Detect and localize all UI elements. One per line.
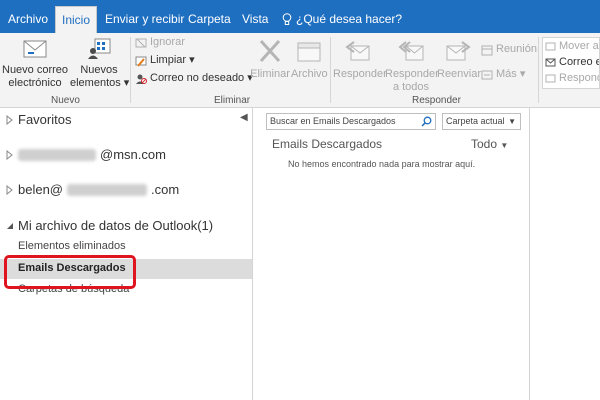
expand-arrow-icon bbox=[6, 114, 13, 125]
reply-icon bbox=[345, 41, 370, 61]
message-list: Buscar en Emails Descargados Carpeta act… bbox=[254, 108, 530, 400]
forward-label: Reenviar bbox=[437, 68, 482, 80]
more-label: Más ▾ bbox=[496, 68, 526, 80]
email-icon bbox=[545, 58, 556, 67]
envelope-icon bbox=[23, 40, 47, 58]
reply-step-icon bbox=[545, 74, 556, 83]
group-separator bbox=[130, 37, 131, 103]
move-icon bbox=[545, 42, 556, 51]
forward-icon bbox=[446, 41, 471, 61]
meeting-label: Reunión bbox=[496, 43, 537, 55]
group-label-responder: Responder bbox=[412, 95, 461, 106]
email-step-label: Correo e bbox=[559, 56, 600, 68]
meeting-button[interactable]: Reunión bbox=[481, 43, 537, 56]
reply-label: Responder bbox=[333, 68, 387, 80]
delete-x-icon bbox=[259, 39, 281, 63]
move-to-step[interactable]: Mover a bbox=[545, 40, 599, 53]
ribbon-tab-bar: Archivo Inicio Enviar y recibir Carpeta … bbox=[0, 0, 600, 33]
reply-all-button[interactable]: Responder a todos bbox=[385, 37, 439, 94]
new-items-label-2: elementos ▾ bbox=[70, 77, 130, 89]
search-input[interactable]: Buscar en Emails Descargados bbox=[266, 113, 436, 130]
ignore-icon bbox=[135, 38, 147, 47]
delete-label: Eliminar bbox=[250, 68, 290, 80]
annotation-highlight-box bbox=[4, 255, 136, 289]
new-items-label-1: Nuevos bbox=[80, 64, 118, 76]
group-label-eliminar: Eliminar bbox=[214, 95, 251, 106]
archive-label: Archivo bbox=[291, 68, 328, 80]
lightbulb-icon bbox=[282, 13, 292, 25]
expand-arrow-icon bbox=[6, 149, 13, 160]
group-separator bbox=[330, 37, 331, 103]
folder-deleted-items[interactable]: Elementos eliminados bbox=[18, 240, 126, 252]
reading-pane bbox=[531, 108, 600, 400]
search-placeholder: Buscar en Emails Descargados bbox=[270, 116, 396, 126]
chevron-down-icon: ▼ bbox=[500, 141, 509, 150]
account-belen[interactable]: belen@ .com bbox=[6, 182, 179, 197]
search-scope-dropdown[interactable]: Carpeta actual ▼ bbox=[442, 113, 521, 130]
more-button[interactable]: Más ▾ bbox=[481, 68, 525, 81]
clean-label: Limpiar ▾ bbox=[150, 54, 195, 66]
filter-dropdown[interactable]: Todo ▼ bbox=[471, 137, 508, 151]
search-icon[interactable] bbox=[421, 116, 432, 127]
account-belen-suffix: .com bbox=[151, 182, 180, 197]
datafile-label: Mi archivo de datos de Outlook(1) bbox=[18, 218, 214, 233]
group-separator bbox=[538, 37, 539, 103]
meeting-icon bbox=[481, 45, 493, 55]
new-items-icon bbox=[88, 38, 111, 59]
tell-me-box[interactable]: ¿Qué desea hacer? bbox=[282, 6, 402, 33]
account-msn[interactable]: @msn.com bbox=[6, 147, 166, 162]
ribbon: Nuevo correo electrónico Nuevos elemento… bbox=[0, 33, 600, 108]
more-icon bbox=[481, 70, 493, 79]
favorites-label: Favoritos bbox=[18, 112, 72, 127]
collapse-arrow-icon bbox=[7, 222, 13, 229]
quick-steps-gallery[interactable]: Mover a Correo e Respond bbox=[542, 37, 600, 89]
tab-enviar-y-recibir[interactable]: Enviar y recibir bbox=[105, 6, 184, 33]
archive-box-icon bbox=[297, 42, 321, 62]
favorites-header[interactable]: Favoritos bbox=[6, 112, 71, 127]
group-label-nuevo: Nuevo bbox=[51, 95, 80, 106]
folder-pane: ◀ Favoritos @msn.com belen@ .com Mi arch… bbox=[0, 108, 253, 400]
archive-button[interactable]: Archivo bbox=[291, 37, 328, 81]
collapse-pane-icon[interactable]: ◀ bbox=[240, 112, 248, 123]
reply-all-icon bbox=[398, 41, 424, 61]
reply-step-label: Respond bbox=[559, 72, 600, 84]
tab-vista[interactable]: Vista bbox=[242, 6, 268, 33]
move-to-label: Mover a bbox=[559, 40, 599, 52]
filter-value: Todo bbox=[471, 137, 498, 151]
new-items-button[interactable]: Nuevos elementos ▾ bbox=[70, 37, 130, 90]
forward-button[interactable]: Reenviar bbox=[437, 37, 482, 81]
chevron-down-icon: ▼ bbox=[508, 117, 516, 126]
datafile-root[interactable]: Mi archivo de datos de Outlook(1) bbox=[6, 218, 213, 233]
ignore-label: Ignorar bbox=[150, 36, 185, 48]
tab-carpeta[interactable]: Carpeta bbox=[188, 6, 231, 33]
junk-label: Correo no deseado ▾ bbox=[150, 72, 253, 84]
reply-button[interactable]: Responder bbox=[333, 37, 387, 81]
list-folder-title: Emails Descargados bbox=[272, 137, 383, 151]
reply-all-label-2: a todos bbox=[392, 81, 430, 93]
account-msn-label: @msn.com bbox=[100, 147, 166, 162]
redacted-text bbox=[67, 183, 148, 196]
empty-list-message: No hemos encontrado nada para mostrar aq… bbox=[288, 159, 476, 169]
scope-value: Carpeta actual bbox=[446, 116, 505, 126]
account-belen-prefix: belen@ bbox=[18, 182, 64, 197]
clean-icon bbox=[135, 56, 147, 67]
reply-all-label-1: Responder bbox=[385, 68, 439, 80]
delete-button[interactable]: Eliminar bbox=[249, 37, 291, 81]
email-step[interactable]: Correo e bbox=[545, 56, 600, 69]
junk-button[interactable]: Correo no deseado ▾ bbox=[135, 72, 253, 85]
tab-archivo[interactable]: Archivo bbox=[8, 6, 48, 33]
new-email-button[interactable]: Nuevo correo electrónico bbox=[2, 37, 68, 90]
new-email-label-1: Nuevo correo bbox=[2, 64, 69, 76]
ignore-button[interactable]: Ignorar bbox=[135, 36, 185, 49]
junk-icon bbox=[136, 74, 147, 84]
new-email-label-2: electrónico bbox=[8, 77, 62, 89]
clean-button[interactable]: Limpiar ▾ bbox=[135, 54, 195, 67]
tell-me-label: ¿Qué desea hacer? bbox=[296, 12, 403, 26]
tab-inicio[interactable]: Inicio bbox=[55, 6, 98, 33]
expand-arrow-icon bbox=[6, 184, 13, 195]
reply-step[interactable]: Respond bbox=[545, 72, 600, 85]
redacted-text bbox=[18, 148, 96, 161]
